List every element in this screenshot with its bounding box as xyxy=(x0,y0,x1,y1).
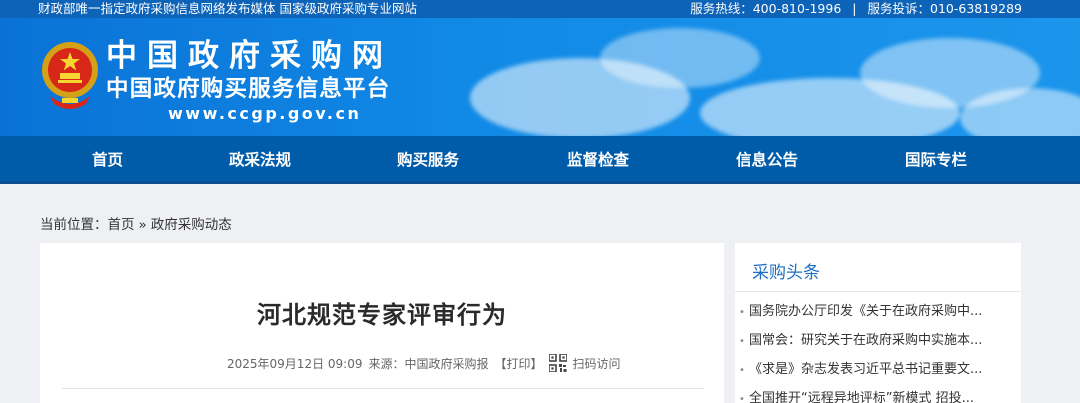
bullet-icon: • xyxy=(739,365,745,376)
article-title: 河北规范专家评审行为 xyxy=(257,301,507,329)
cloud-decoration xyxy=(600,28,760,88)
print-link[interactable]: 【打印】 xyxy=(495,355,543,372)
headline-item[interactable]: • 全国推开“远程异地评标”新模式 招投... xyxy=(739,384,982,403)
article-date: 2025年09月12日 09:09 xyxy=(227,356,363,371)
nav-purchase-services[interactable]: 购买服务 xyxy=(397,136,459,184)
contact-info: 服务热线：400-810-1996 | 服务投诉：010-63819289 xyxy=(690,0,1022,18)
headline-text[interactable]: 国常会：研究关于在政府采购中实施本... xyxy=(749,333,982,348)
header-banner: 中国政府采购网 中国政府购买服务信息平台 www.ccgp.gov.cn xyxy=(0,18,1080,136)
contact-separator: | xyxy=(852,1,857,16)
site-slogan: 财政部唯一指定政府采购信息网络发布媒体 国家级政府采购专业网站 xyxy=(38,1,417,16)
breadcrumb-home-link[interactable]: 首页 xyxy=(108,217,135,233)
article-meta: 2025年09月12日 09:09 来源：中国政府采购报 【打印】 扫码访问 xyxy=(227,354,627,372)
breadcrumb: 当前位置：首页» 政府采购动态 xyxy=(40,213,232,233)
nav-international[interactable]: 国际专栏 xyxy=(905,136,967,184)
headline-item[interactable]: • 《求是》杂志发表习近平总书记重要文... xyxy=(739,355,982,384)
main-navigation: 首页 政采法规 购买服务 监督检查 信息公告 国际专栏 xyxy=(0,136,1080,184)
top-info-bar: 财政部唯一指定政府采购信息网络发布媒体 国家级政府采购专业网站 服务热线：400… xyxy=(0,0,1080,18)
qr-code-icon[interactable] xyxy=(548,354,567,372)
breadcrumb-arrow: » xyxy=(138,217,147,233)
breadcrumb-prefix: 当前位置： xyxy=(40,217,108,233)
headline-item[interactable]: • 国常会：研究关于在政府采购中实施本... xyxy=(739,326,982,355)
nav-announcements[interactable]: 信息公告 xyxy=(736,136,798,184)
sidebar-title: 采购头条 xyxy=(752,263,820,283)
nav-home[interactable]: 首页 xyxy=(92,136,123,184)
nav-regulations[interactable]: 政采法规 xyxy=(229,136,291,184)
sidebar-divider xyxy=(735,291,1021,292)
article-source: 来源：中国政府采购报 xyxy=(368,356,489,371)
logo-subtitle: 中国政府购买服务信息平台 xyxy=(106,76,391,102)
headline-item[interactable]: • 国务院办公厅印发《关于在政府采购中... xyxy=(739,297,982,326)
headlines-sidebar: 采购头条 • 国务院办公厅印发《关于在政府采购中... • 国常会：研究关于在政府采… xyxy=(735,243,1021,403)
headline-text[interactable]: 全国推开“远程异地评标”新模式 招投... xyxy=(749,391,974,403)
bullet-icon: • xyxy=(739,307,745,318)
headline-text[interactable]: 《求是》杂志发表习近平总书记重要文... xyxy=(749,362,982,377)
headline-text[interactable]: 国务院办公厅印发《关于在政府采购中... xyxy=(749,304,982,319)
service-hotline: 服务热线：400-810-1996 xyxy=(690,1,842,16)
article-divider xyxy=(62,388,704,389)
nav-supervision[interactable]: 监督检查 xyxy=(567,136,629,184)
logo-title: 中国政府采购网 xyxy=(106,38,393,74)
bullet-icon: • xyxy=(739,336,745,347)
scan-to-visit-label[interactable]: 扫码访问 xyxy=(573,355,621,372)
service-complaint: 服务投诉：010-63819289 xyxy=(867,1,1023,16)
bullet-icon: • xyxy=(739,394,745,403)
headline-list: • 国务院办公厅印发《关于在政府采购中... • 国常会：研究关于在政府采购中实施本… xyxy=(739,297,982,403)
breadcrumb-current-link[interactable]: 政府采购动态 xyxy=(151,217,232,233)
logo-url: www.ccgp.gov.cn xyxy=(168,104,362,123)
article-panel: 河北规范专家评审行为 2025年09月12日 09:09 来源：中国政府采购报 … xyxy=(40,243,724,403)
national-emblem-icon xyxy=(42,42,98,109)
